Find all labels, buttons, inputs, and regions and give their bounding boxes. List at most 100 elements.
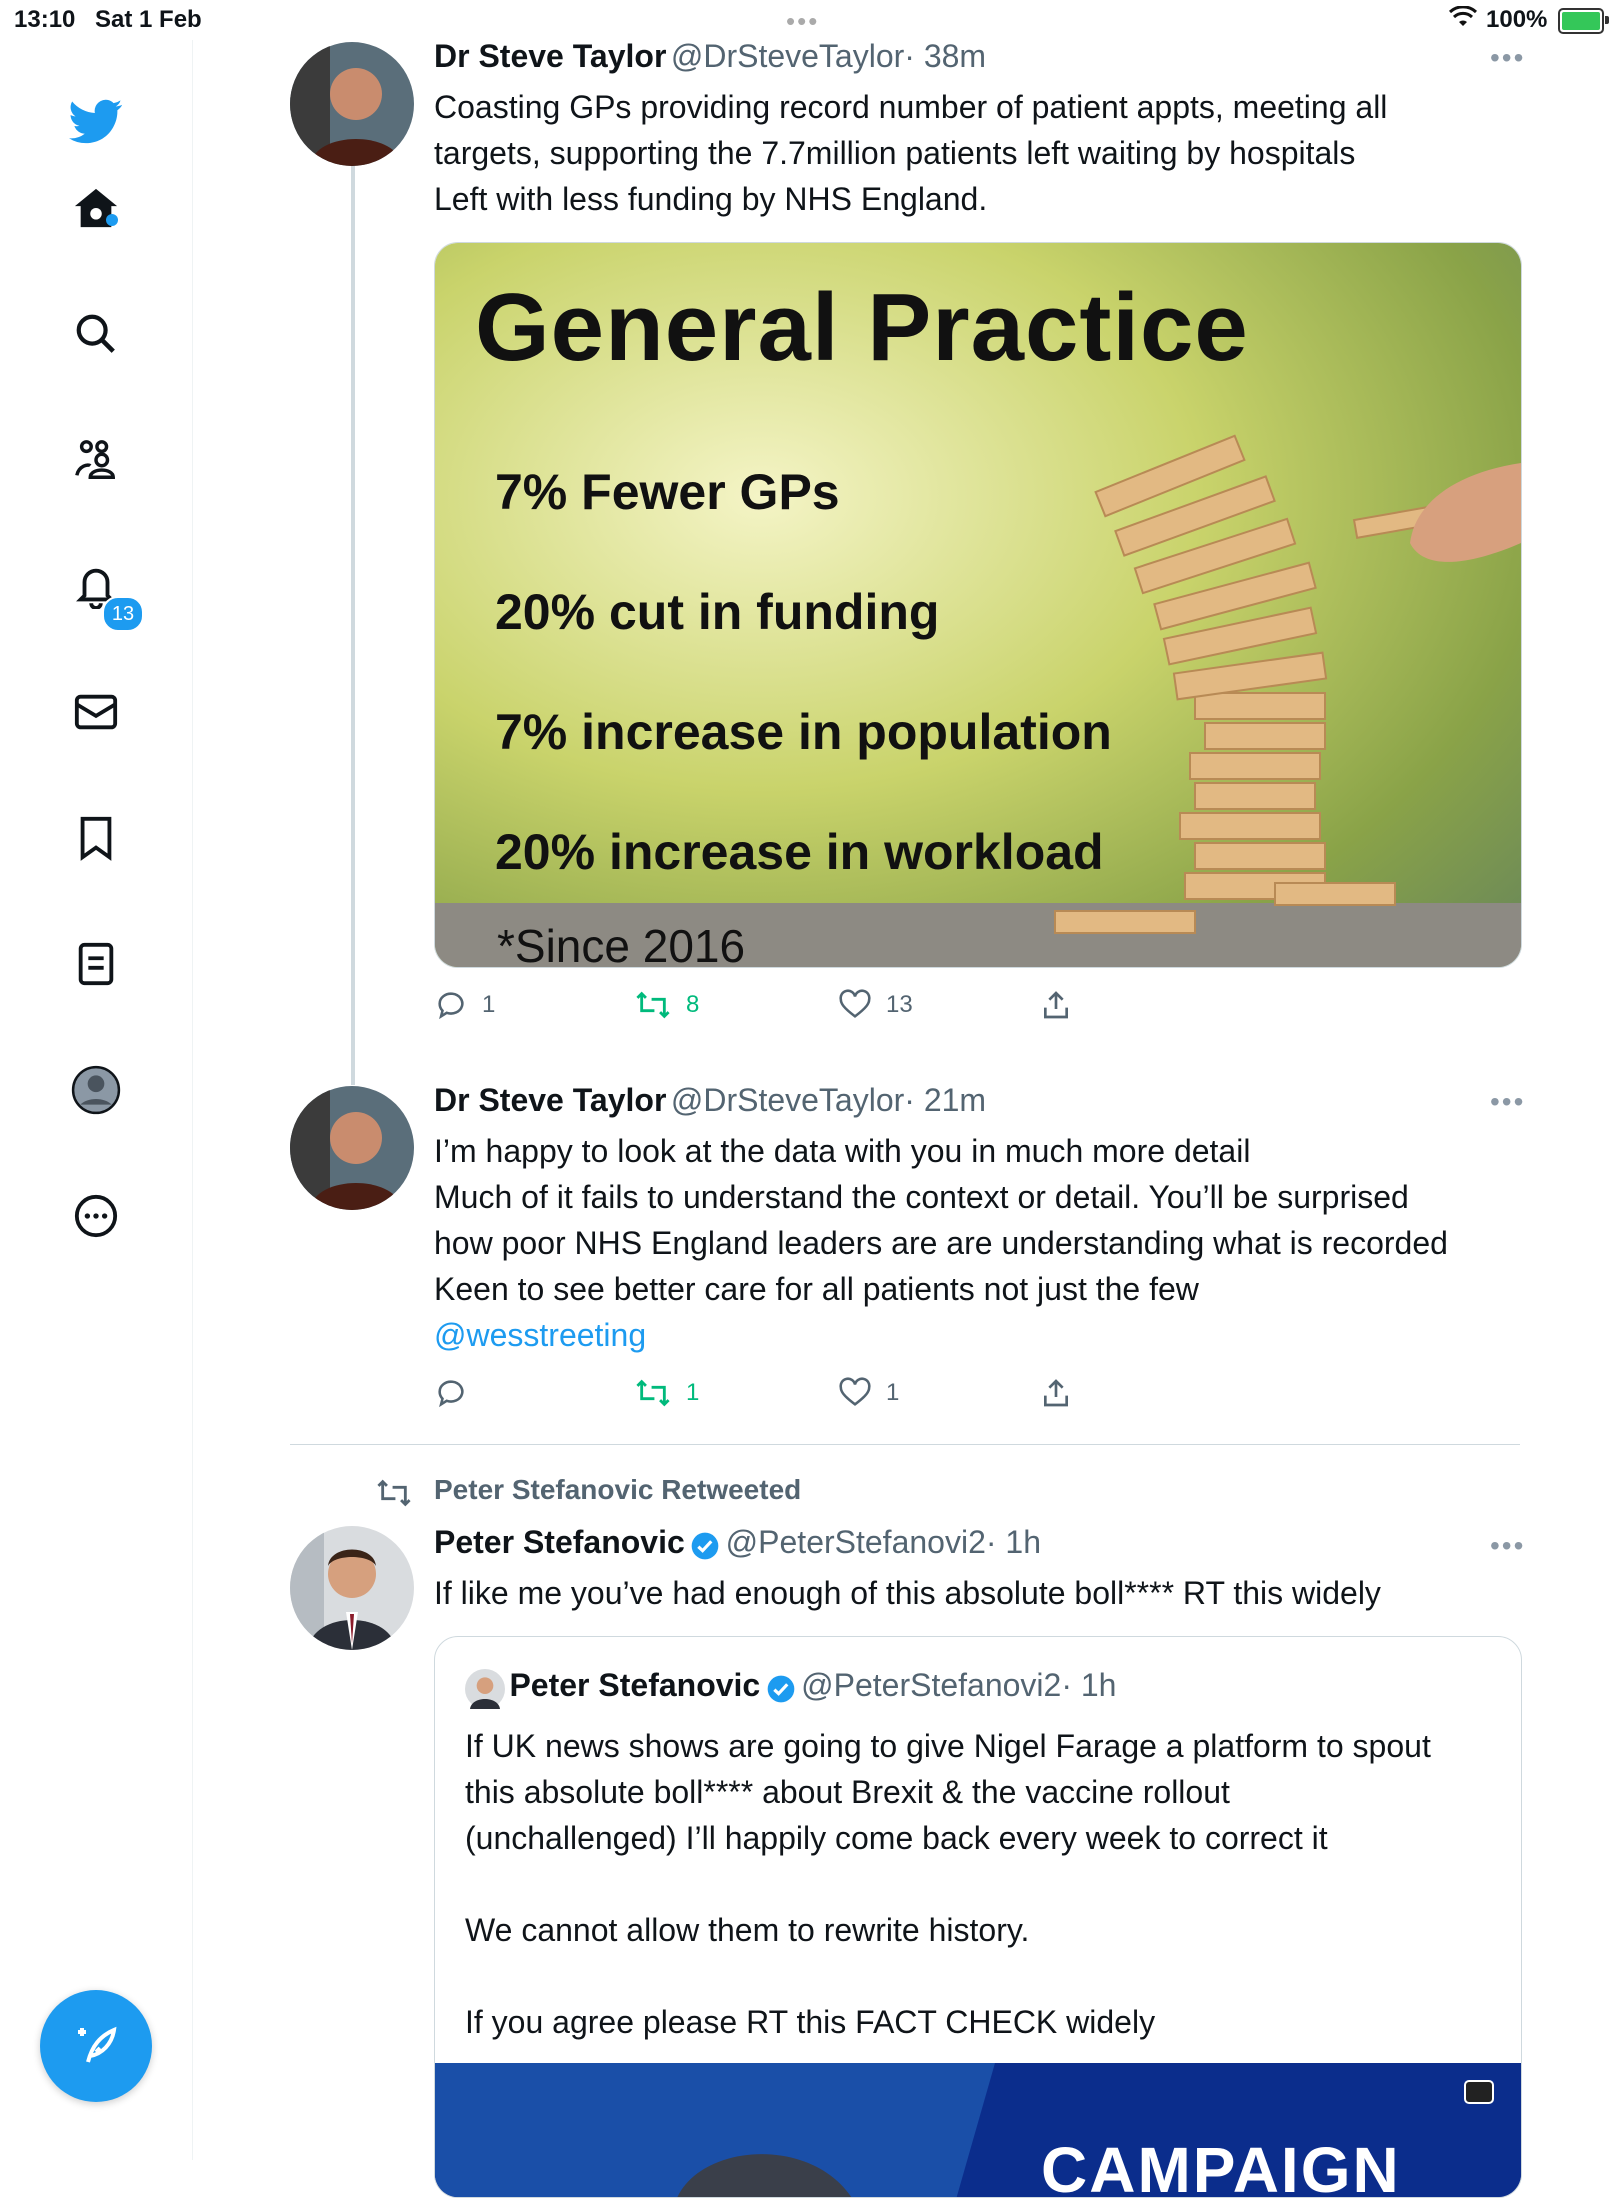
avatar[interactable] <box>290 42 414 166</box>
communities-icon[interactable] <box>64 428 128 492</box>
more-options-icon[interactable] <box>64 1184 128 1248</box>
author-name[interactable]: Peter Stefanovic <box>509 1667 760 1703</box>
notifications-badge: 13 <box>102 596 144 632</box>
retweet-icon <box>636 991 670 1019</box>
video-caption: CAMPAIGN <box>1041 2134 1401 2198</box>
status-time: 13:10 <box>14 6 76 33</box>
author-handle[interactable]: @DrSteveTaylor <box>671 38 904 74</box>
status-bar: 13:10 Sat 1 Feb ••• 100% <box>0 0 1620 40</box>
reply-button[interactable] <box>434 1376 482 1410</box>
quoted-video[interactable]: CAMPAIGN <box>435 2063 1521 2198</box>
tweet-line: Coasting GPs providing record number of … <box>434 89 1388 125</box>
avatar[interactable] <box>290 1526 414 1650</box>
tweet-line: targets, supporting the 7.7million patie… <box>434 135 1356 171</box>
tweet-actions: 1 8 13 <box>434 988 1134 1032</box>
quoted-tweet-text: If UK news shows are going to give Nigel… <box>465 1723 1495 2045</box>
tweet-image[interactable]: General Practice 7% Fewer GPs 20% cut in… <box>434 242 1522 968</box>
share-icon <box>1044 991 1068 1019</box>
tweet-more-icon[interactable]: ••• <box>1490 1086 1525 1118</box>
tweet-line: I’m happy to look at the data with you i… <box>434 1133 1251 1169</box>
tweet-line: We cannot allow them to rewrite history. <box>465 1912 1030 1948</box>
retweet-icon <box>636 1379 670 1407</box>
image-footnote: *Since 2016 <box>497 920 746 968</box>
heart-icon <box>839 1377 871 1406</box>
author-name[interactable]: Dr Steve Taylor <box>434 1082 666 1118</box>
quoted-avatar[interactable] <box>465 1669 505 1714</box>
tweet-time[interactable]: · 1h <box>986 1524 1041 1560</box>
tweet-text: I’m happy to look at the data with you i… <box>434 1128 1514 1358</box>
tweet-text: If like me you’ve had enough of this abs… <box>434 1575 1381 1611</box>
author-handle[interactable]: @DrSteveTaylor <box>671 1082 904 1118</box>
retweet-button[interactable]: 8 <box>634 988 699 1022</box>
image-bullet: 20% cut in funding <box>495 584 940 640</box>
reply-icon <box>438 1380 464 1408</box>
author-handle[interactable]: @PeterStefanovi2 <box>726 1524 986 1560</box>
author-name[interactable]: Peter Stefanovic <box>434 1524 685 1560</box>
image-bullet: 20% increase in workload <box>495 824 1104 880</box>
wifi-icon <box>1448 5 1478 37</box>
tweet-line: Much of it fails to understand the conte… <box>434 1179 1409 1215</box>
twitter-logo-icon[interactable] <box>64 90 128 154</box>
sidebar-nav: 13 <box>0 40 193 2160</box>
new-content-dot <box>106 214 118 226</box>
battery-percent: 100% <box>1486 6 1548 33</box>
reply-count: 1 <box>482 991 496 1018</box>
retweet-button[interactable]: 1 <box>634 1376 699 1410</box>
messages-icon[interactable] <box>64 680 128 744</box>
thread-connector <box>351 165 355 1085</box>
reply-button[interactable]: 1 <box>434 988 495 1022</box>
home-icon[interactable] <box>64 176 128 240</box>
like-button[interactable]: 1 <box>838 1376 899 1410</box>
share-button[interactable] <box>1040 1376 1072 1410</box>
tweet-line: this absolute boll**** about Brexit & th… <box>465 1774 1230 1810</box>
share-button[interactable] <box>1040 988 1072 1022</box>
tweet-header: Dr Steve Taylor @DrSteveTaylor· 38m <box>434 38 986 75</box>
lists-icon[interactable] <box>64 932 128 996</box>
quoted-tweet-header: Peter Stefanovic @PeterStefanovi2· 1h <box>465 1667 1116 1714</box>
status-date: Sat 1 Feb <box>95 6 202 33</box>
quoted-tweet[interactable]: Peter Stefanovic @PeterStefanovi2· 1h If… <box>434 1636 1522 2198</box>
retweet-count: 8 <box>686 991 700 1018</box>
author-name[interactable]: Dr Steve Taylor <box>434 38 666 74</box>
reply-icon <box>438 992 464 1020</box>
like-button[interactable]: 13 <box>838 988 913 1022</box>
author-handle: @PeterStefanovi2 <box>801 1667 1062 1703</box>
battery-icon <box>1558 8 1609 34</box>
image-bullet: 7% Fewer GPs <box>495 464 840 520</box>
tweet-header: Dr Steve Taylor @DrSteveTaylor· 21m <box>434 1082 986 1119</box>
tweet-time[interactable]: · 21m <box>904 1082 986 1118</box>
mention-link[interactable]: @wesstreeting <box>434 1312 1514 1358</box>
share-icon <box>1044 1379 1068 1407</box>
search-icon[interactable] <box>64 302 128 366</box>
avatar[interactable] <box>290 1086 414 1210</box>
tweet-line: If UK news shows are going to give Nigel… <box>465 1728 1431 1764</box>
image-title: General Practice <box>475 274 1249 381</box>
tweet-actions: 1 1 <box>434 1376 1134 1420</box>
like-count: 1 <box>886 1379 900 1406</box>
tweet-line: Left with less funding by NHS England. <box>434 181 988 217</box>
profile-avatar-icon[interactable] <box>64 1058 128 1122</box>
tweet-line: Keen to see better care for all patients… <box>434 1271 1199 1307</box>
verified-badge-icon <box>765 1673 797 1710</box>
bookmarks-icon[interactable] <box>64 806 128 870</box>
tweet-time[interactable]: · 38m <box>904 38 986 74</box>
tweet-text: Coasting GPs providing record number of … <box>434 84 1514 222</box>
retweet-count: 1 <box>686 1379 700 1406</box>
retweeted-icon <box>374 1476 414 1515</box>
tweet-header: Peter Stefanovic @PeterStefanovi2· 1h <box>434 1524 1041 1567</box>
like-count: 13 <box>886 991 913 1018</box>
tweet-more-icon[interactable]: ••• <box>1490 1530 1525 1562</box>
verified-badge-icon <box>689 1530 721 1567</box>
image-bullet: 7% increase in population <box>495 704 1112 760</box>
retweeted-by-label[interactable]: Peter Stefanovic Retweeted <box>434 1474 801 1506</box>
tweet-line: If you agree please RT this FACT CHECK w… <box>465 2004 1156 2040</box>
heart-icon <box>839 989 871 1018</box>
multitasking-dots[interactable]: ••• <box>786 6 819 37</box>
tweet-more-icon[interactable]: ••• <box>1490 42 1525 74</box>
tweet-time: · 1h <box>1061 1667 1117 1703</box>
compose-tweet-button[interactable] <box>40 1990 152 2102</box>
tweet-line: (unchallenged) I’ll happily come back ev… <box>465 1820 1328 1856</box>
tweet-line: how poor NHS England leaders are are und… <box>434 1225 1448 1261</box>
